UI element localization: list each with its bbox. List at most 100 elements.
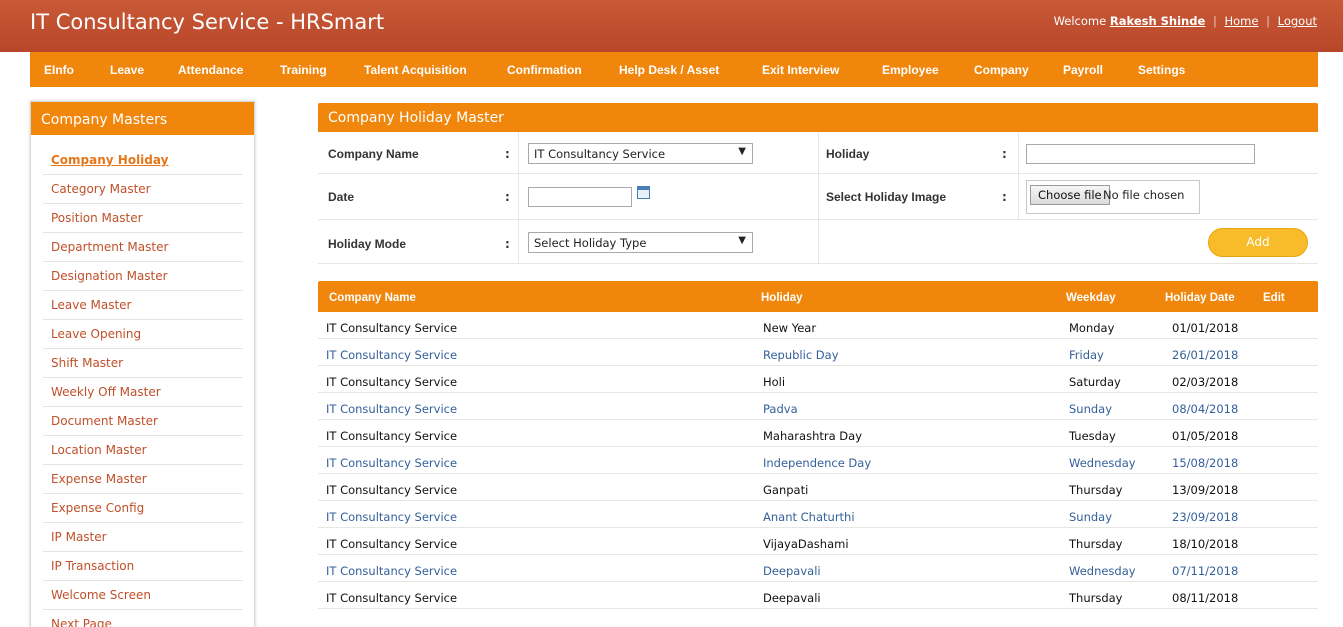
user-name-link[interactable]: Rakesh Shinde <box>1110 14 1205 28</box>
menu-item-einfo[interactable]: EInfo <box>44 63 74 77</box>
cell-holiday-date: 13/09/2018 <box>1172 483 1239 497</box>
form-panel-title: Company Holiday Master <box>318 103 1318 132</box>
cell-weekday: Saturday <box>1069 375 1121 389</box>
cell-company-name: IT Consultancy Service <box>326 564 458 578</box>
menu-item-leave[interactable]: Leave <box>110 63 144 77</box>
sidebar-item-category-master[interactable]: Category Master <box>43 175 243 204</box>
cell-company-name: IT Consultancy Service <box>326 591 458 605</box>
cell-weekday: Monday <box>1069 321 1115 335</box>
table-row[interactable]: IT Consultancy Service Deepavali Thursda… <box>318 582 1318 609</box>
sidebar-item-company-holiday[interactable]: Company Holiday <box>43 146 243 175</box>
column-header-weekday[interactable]: Weekday <box>1066 292 1116 304</box>
cell-company-name: IT Consultancy Service <box>326 483 458 497</box>
menu-item-employee[interactable]: Employee <box>882 63 939 77</box>
cell-holiday-date: 01/01/2018 <box>1172 321 1239 335</box>
menu-item-settings[interactable]: Settings <box>1138 63 1185 77</box>
cell-weekday: Wednesday <box>1069 564 1136 578</box>
cell-holiday-date: 15/08/2018 <box>1172 456 1239 470</box>
column-divider <box>1018 132 1019 220</box>
sidebar-item-next-page[interactable]: Next Page <box>43 610 243 627</box>
cell-holiday-date: 01/05/2018 <box>1172 429 1239 443</box>
sidebar-item-leave-master[interactable]: Leave Master <box>43 291 243 320</box>
app-header: IT Consultancy Service - HRSmart Welcome… <box>0 0 1343 52</box>
cell-holiday-date: 23/09/2018 <box>1172 510 1239 524</box>
sidebar-title: Company Masters <box>31 102 254 135</box>
menu-item-training[interactable]: Training <box>280 63 327 77</box>
cell-holiday: Padva <box>763 402 798 416</box>
column-divider <box>818 132 819 264</box>
sidebar-item-document-master[interactable]: Document Master <box>43 407 243 436</box>
column-header-holiday[interactable]: Holiday <box>761 292 803 304</box>
menu-item-attendance[interactable]: Attendance <box>178 63 243 77</box>
home-link[interactable]: Home <box>1224 14 1258 28</box>
date-input[interactable] <box>528 187 632 207</box>
sidebar-item-weekly-off-master[interactable]: Weekly Off Master <box>43 378 243 407</box>
sidebar-item-position-master[interactable]: Position Master <box>43 204 243 233</box>
table-row[interactable]: IT Consultancy Service Independence Day … <box>318 447 1318 474</box>
sidebar-item-expense-master[interactable]: Expense Master <box>43 465 243 494</box>
colon: : <box>505 237 510 251</box>
column-header-holiday-date[interactable]: Holiday Date <box>1165 292 1235 304</box>
cell-holiday: Anant Chaturthi <box>763 510 855 524</box>
chevron-down-icon: ▼ <box>738 235 746 246</box>
logout-link[interactable]: Logout <box>1278 14 1317 28</box>
table-row[interactable]: IT Consultancy Service Ganpati Thursday … <box>318 474 1318 501</box>
company-name-selected-value: IT Consultancy Service <box>534 147 666 161</box>
table-row[interactable]: IT Consultancy Service VijayaDashami Thu… <box>318 528 1318 555</box>
holiday-table-body: IT Consultancy Service New Year Monday 0… <box>318 312 1318 609</box>
holiday-mode-selected-value: Select Holiday Type <box>534 236 647 250</box>
sidebar: Company Masters Company Holiday Category… <box>30 101 255 627</box>
user-bar: Welcome Rakesh Shinde | Home | Logout <box>1054 14 1317 28</box>
company-name-select[interactable]: IT Consultancy Service ▼ <box>528 143 753 164</box>
table-row[interactable]: IT Consultancy Service Padva Sunday 08/0… <box>318 393 1318 420</box>
add-button[interactable]: Add <box>1208 228 1308 257</box>
separator: | <box>1212 14 1217 28</box>
menu-item-payroll[interactable]: Payroll <box>1063 63 1103 77</box>
sidebar-item-department-master[interactable]: Department Master <box>43 233 243 262</box>
column-header-company-name[interactable]: Company Name <box>329 292 416 304</box>
holiday-table-header: Company Name Holiday Weekday Holiday Dat… <box>318 281 1318 312</box>
cell-holiday-date: 26/01/2018 <box>1172 348 1239 362</box>
cell-weekday: Tuesday <box>1069 429 1116 443</box>
holiday-input[interactable] <box>1026 144 1255 164</box>
table-row[interactable]: IT Consultancy Service Anant Chaturthi S… <box>318 501 1318 528</box>
table-row[interactable]: IT Consultancy Service Deepavali Wednesd… <box>318 555 1318 582</box>
holiday-image-file-input: Choose file No file chosen <box>1026 180 1200 214</box>
menu-item-company[interactable]: Company <box>974 63 1029 77</box>
sidebar-item-shift-master[interactable]: Shift Master <box>43 349 243 378</box>
cell-weekday: Wednesday <box>1069 456 1136 470</box>
sidebar-item-location-master[interactable]: Location Master <box>43 436 243 465</box>
holiday-label: Holiday <box>826 147 870 161</box>
sidebar-item-welcome-screen[interactable]: Welcome Screen <box>43 581 243 610</box>
cell-weekday: Friday <box>1069 348 1104 362</box>
cell-holiday: Deepavali <box>763 591 821 605</box>
sidebar-item-designation-master[interactable]: Designation Master <box>43 262 243 291</box>
main-menu: EInfo Leave Attendance Training Talent A… <box>30 52 1318 87</box>
sidebar-item-ip-master[interactable]: IP Master <box>43 523 243 552</box>
app-title: IT Consultancy Service - HRSmart <box>30 10 385 34</box>
colon: : <box>1002 190 1007 204</box>
holiday-form: Company Name : IT Consultancy Service ▼ … <box>318 132 1318 266</box>
cell-holiday: Holi <box>763 375 786 389</box>
menu-item-exit-interview[interactable]: Exit Interview <box>762 63 839 77</box>
menu-item-talent-acquisition[interactable]: Talent Acquisition <box>364 63 467 77</box>
cell-company-name: IT Consultancy Service <box>326 456 458 470</box>
sidebar-item-ip-transaction[interactable]: IP Transaction <box>43 552 243 581</box>
menu-item-confirmation[interactable]: Confirmation <box>507 63 582 77</box>
cell-weekday: Sunday <box>1069 510 1113 524</box>
cell-holiday-date: 02/03/2018 <box>1172 375 1239 389</box>
sidebar-item-leave-opening[interactable]: Leave Opening <box>43 320 243 349</box>
sidebar-item-expense-config[interactable]: Expense Config <box>43 494 243 523</box>
cell-company-name: IT Consultancy Service <box>326 402 458 416</box>
cell-weekday: Thursday <box>1069 537 1123 551</box>
cell-holiday-date: 18/10/2018 <box>1172 537 1239 551</box>
menu-item-help-desk-asset[interactable]: Help Desk / Asset <box>619 63 719 77</box>
table-row[interactable]: IT Consultancy Service Republic Day Frid… <box>318 339 1318 366</box>
calendar-icon[interactable] <box>637 186 650 199</box>
holiday-mode-label: Holiday Mode <box>328 237 407 251</box>
table-row[interactable]: IT Consultancy Service Maharashtra Day T… <box>318 420 1318 447</box>
table-row[interactable]: IT Consultancy Service New Year Monday 0… <box>318 312 1318 339</box>
table-row[interactable]: IT Consultancy Service Holi Saturday 02/… <box>318 366 1318 393</box>
choose-file-button[interactable]: Choose file <box>1030 185 1110 205</box>
holiday-mode-select[interactable]: Select Holiday Type ▼ <box>528 232 753 253</box>
